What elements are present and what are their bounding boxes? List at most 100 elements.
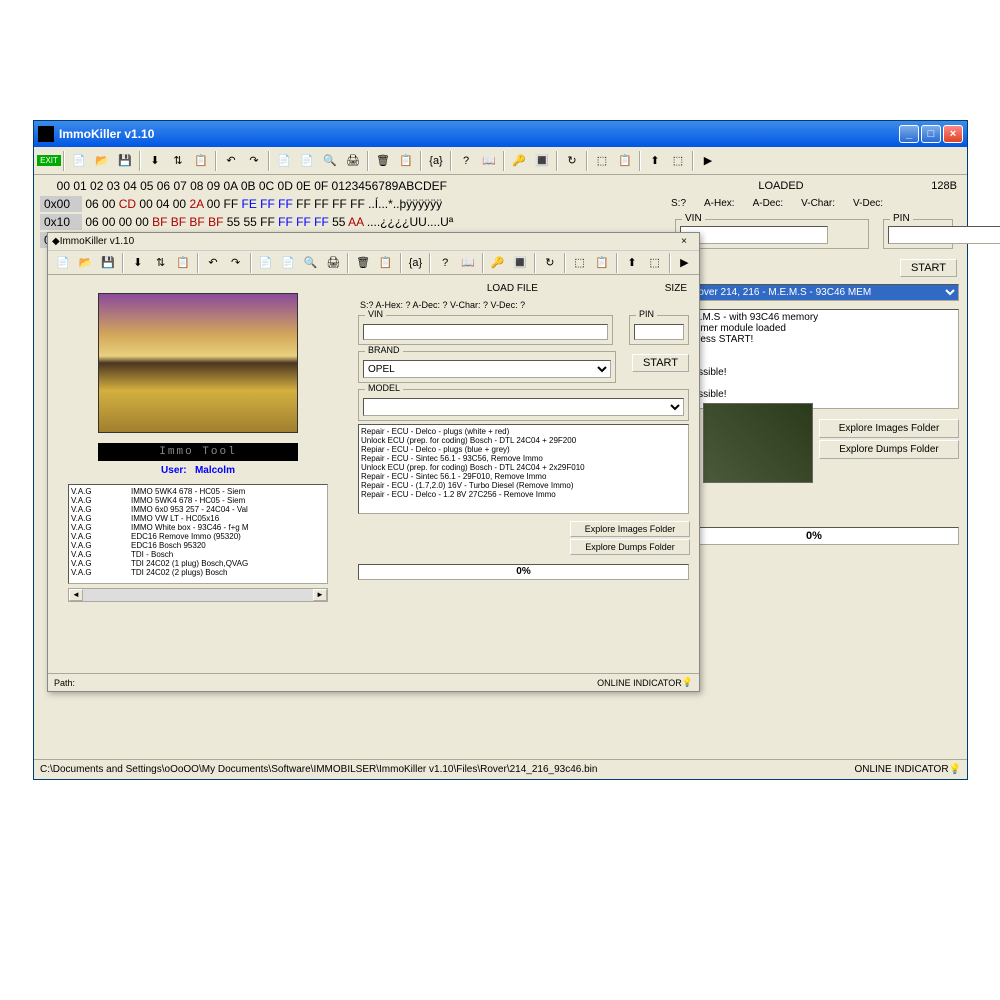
sec-braces-icon[interactable]: {a} — [405, 252, 427, 274]
size-label: SIZE — [665, 283, 687, 294]
online-indicator: ONLINE INDICATOR — [854, 764, 948, 775]
about-icon[interactable]: 📖 — [478, 150, 500, 172]
vin-input[interactable] — [680, 226, 828, 244]
new-icon[interactable]: 📄 — [68, 150, 90, 172]
adec-label: A-Dec: — [753, 198, 784, 209]
refresh-icon[interactable]: ↻ — [561, 150, 583, 172]
brand-select[interactable]: OPEL — [363, 360, 611, 378]
up-icon[interactable]: ⬆ — [644, 150, 666, 172]
sec-marquee-icon[interactable]: ⬚ — [644, 252, 666, 274]
help-icon[interactable]: ? — [455, 150, 477, 172]
sec-explore-dumps-button[interactable]: Explore Dumps Folder — [570, 539, 690, 555]
sec-save-icon[interactable]: 💾 — [97, 252, 119, 274]
immo-tool-image — [98, 293, 298, 433]
scroll-left-icon[interactable]: ◄ — [69, 589, 83, 601]
brand-label: BRAND — [365, 345, 403, 355]
model-select[interactable] — [363, 398, 684, 416]
vehicle-list[interactable]: V.A.GIMMO 5WK4 678 - HC05 - Siem V.A.GIM… — [68, 484, 328, 584]
vin-label: VIN — [682, 213, 705, 224]
sec-print-icon[interactable]: 🖨 — [323, 252, 345, 274]
sec-left-panel: Immo Tool User: Malcolm V.A.GIMMO 5WK4 6… — [48, 275, 348, 687]
tool2-icon[interactable]: ⇅ — [167, 150, 189, 172]
sec-titlebar[interactable]: ◆ ImmoKiller v1.10 × — [48, 233, 699, 251]
list-scrollbar[interactable]: ◄ ► — [68, 588, 328, 602]
user-label: User: — [161, 465, 187, 476]
sec-copy-icon[interactable]: 📋 — [591, 252, 613, 274]
size-value: 128B — [897, 180, 957, 192]
vchar-label: V-Char: — [801, 198, 835, 209]
sec-pin-input[interactable] — [634, 324, 684, 340]
sec-refresh-icon[interactable]: ↻ — [539, 252, 561, 274]
sec-chip-icon[interactable]: 🔳 — [509, 252, 531, 274]
progress-bar: 0% — [669, 527, 959, 545]
find-icon[interactable]: 🔍 — [319, 150, 341, 172]
tool5-icon[interactable]: 📄 — [296, 150, 318, 172]
close-button[interactable]: × — [943, 125, 963, 143]
chip-icon[interactable]: 🔳 — [531, 150, 553, 172]
sec-app-icon: ◆ — [52, 236, 60, 247]
sec-help-icon[interactable]: ? — [434, 252, 456, 274]
print-icon[interactable]: 🖨 — [342, 150, 364, 172]
sec-tool4-icon[interactable]: 📄 — [255, 252, 277, 274]
sec-open-icon[interactable]: 📂 — [75, 252, 97, 274]
sec-select-icon[interactable]: ⬚ — [569, 252, 591, 274]
sec-delete-icon[interactable]: 🗑 — [352, 252, 374, 274]
secondary-window: ◆ ImmoKiller v1.10 × 📄 📂 💾 ⬇ ⇅ 📋 ↶ ↷ 📄 📄… — [47, 232, 700, 692]
model-label: MODEL — [365, 383, 403, 393]
minimize-button[interactable]: _ — [899, 125, 919, 143]
run-icon[interactable]: ▶ — [697, 150, 719, 172]
tool4-icon[interactable]: 📄 — [273, 150, 295, 172]
tool3-icon[interactable]: 📋 — [190, 150, 212, 172]
sec-close-button[interactable]: × — [673, 236, 695, 247]
explore-dumps-button[interactable]: Explore Dumps Folder — [819, 440, 959, 459]
sec-about-icon[interactable]: 📖 — [457, 252, 479, 274]
scroll-right-icon[interactable]: ► — [313, 589, 327, 601]
loaded-label: LOADED — [671, 180, 891, 192]
tool1-icon[interactable]: ⬇ — [144, 150, 166, 172]
sec-bulb-icon: 💡 — [682, 677, 693, 688]
sec-key-icon[interactable]: 🔑 — [487, 252, 509, 274]
statusbar: C:\Documents and Settings\oOoOO\My Docum… — [34, 759, 967, 779]
copy-icon[interactable]: 📋 — [614, 150, 636, 172]
undo-icon[interactable]: ↶ — [220, 150, 242, 172]
window-title: ImmoKiller v1.10 — [59, 127, 899, 141]
maximize-button[interactable]: □ — [921, 125, 941, 143]
start-button[interactable]: START — [900, 259, 957, 277]
sec-up-icon[interactable]: ⬆ — [621, 252, 643, 274]
pin-input[interactable] — [888, 226, 1000, 244]
sec-new-icon[interactable]: 📄 — [52, 252, 74, 274]
key-icon[interactable]: 🔑 — [508, 150, 530, 172]
sec-toolbar: 📄 📂 💾 ⬇ ⇅ 📋 ↶ ↷ 📄 📄 🔍 🖨 🗑 📋 {a} ? 📖 🔑 🔳 … — [48, 251, 699, 275]
tool6-icon[interactable]: 📋 — [395, 150, 417, 172]
exit-button[interactable]: EXIT — [38, 150, 60, 172]
sec-run-icon[interactable]: ▶ — [674, 252, 696, 274]
vdec-label: V-Dec: — [853, 198, 883, 209]
marquee-icon[interactable]: ⬚ — [667, 150, 689, 172]
redo-icon[interactable]: ↷ — [243, 150, 265, 172]
sec-redo-icon[interactable]: ↷ — [225, 252, 247, 274]
sec-tool3-icon[interactable]: 📋 — [172, 252, 194, 274]
sec-right-panel: LOAD FILE SIZE S:? A-Hex: ? A-Dec: ? V-C… — [348, 275, 699, 687]
sec-tool5-icon[interactable]: 📄 — [277, 252, 299, 274]
save-icon[interactable]: 💾 — [114, 150, 136, 172]
sec-undo-icon[interactable]: ↶ — [202, 252, 224, 274]
pin-label: PIN — [890, 213, 913, 224]
sec-vin-input[interactable] — [363, 324, 608, 340]
sec-window-title: ImmoKiller v1.10 — [60, 236, 673, 247]
open-icon[interactable]: 📂 — [91, 150, 113, 172]
braces-icon[interactable]: {a} — [425, 150, 447, 172]
sec-start-button[interactable]: START — [632, 354, 689, 372]
model-list[interactable]: Repair - ECU - Delco - plugs (white + re… — [358, 424, 689, 514]
sec-tool1-icon[interactable]: ⬇ — [127, 252, 149, 274]
sec-tool6-icon[interactable]: 📋 — [375, 252, 397, 274]
select-icon[interactable]: ⬚ — [591, 150, 613, 172]
ecu-select[interactable]: U - Rover 214, 216 - M.E.M.S - 93C46 MEM — [669, 284, 959, 301]
sec-explore-images-button[interactable]: Explore Images Folder — [570, 521, 690, 537]
s-label: S:? — [671, 198, 686, 209]
delete-icon[interactable]: 🗑 — [372, 150, 394, 172]
titlebar[interactable]: ImmoKiller v1.10 _ □ × — [34, 121, 967, 147]
app-icon — [38, 126, 54, 142]
sec-find-icon[interactable]: 🔍 — [300, 252, 322, 274]
explore-images-button[interactable]: Explore Images Folder — [819, 419, 959, 438]
sec-tool2-icon[interactable]: ⇅ — [150, 252, 172, 274]
